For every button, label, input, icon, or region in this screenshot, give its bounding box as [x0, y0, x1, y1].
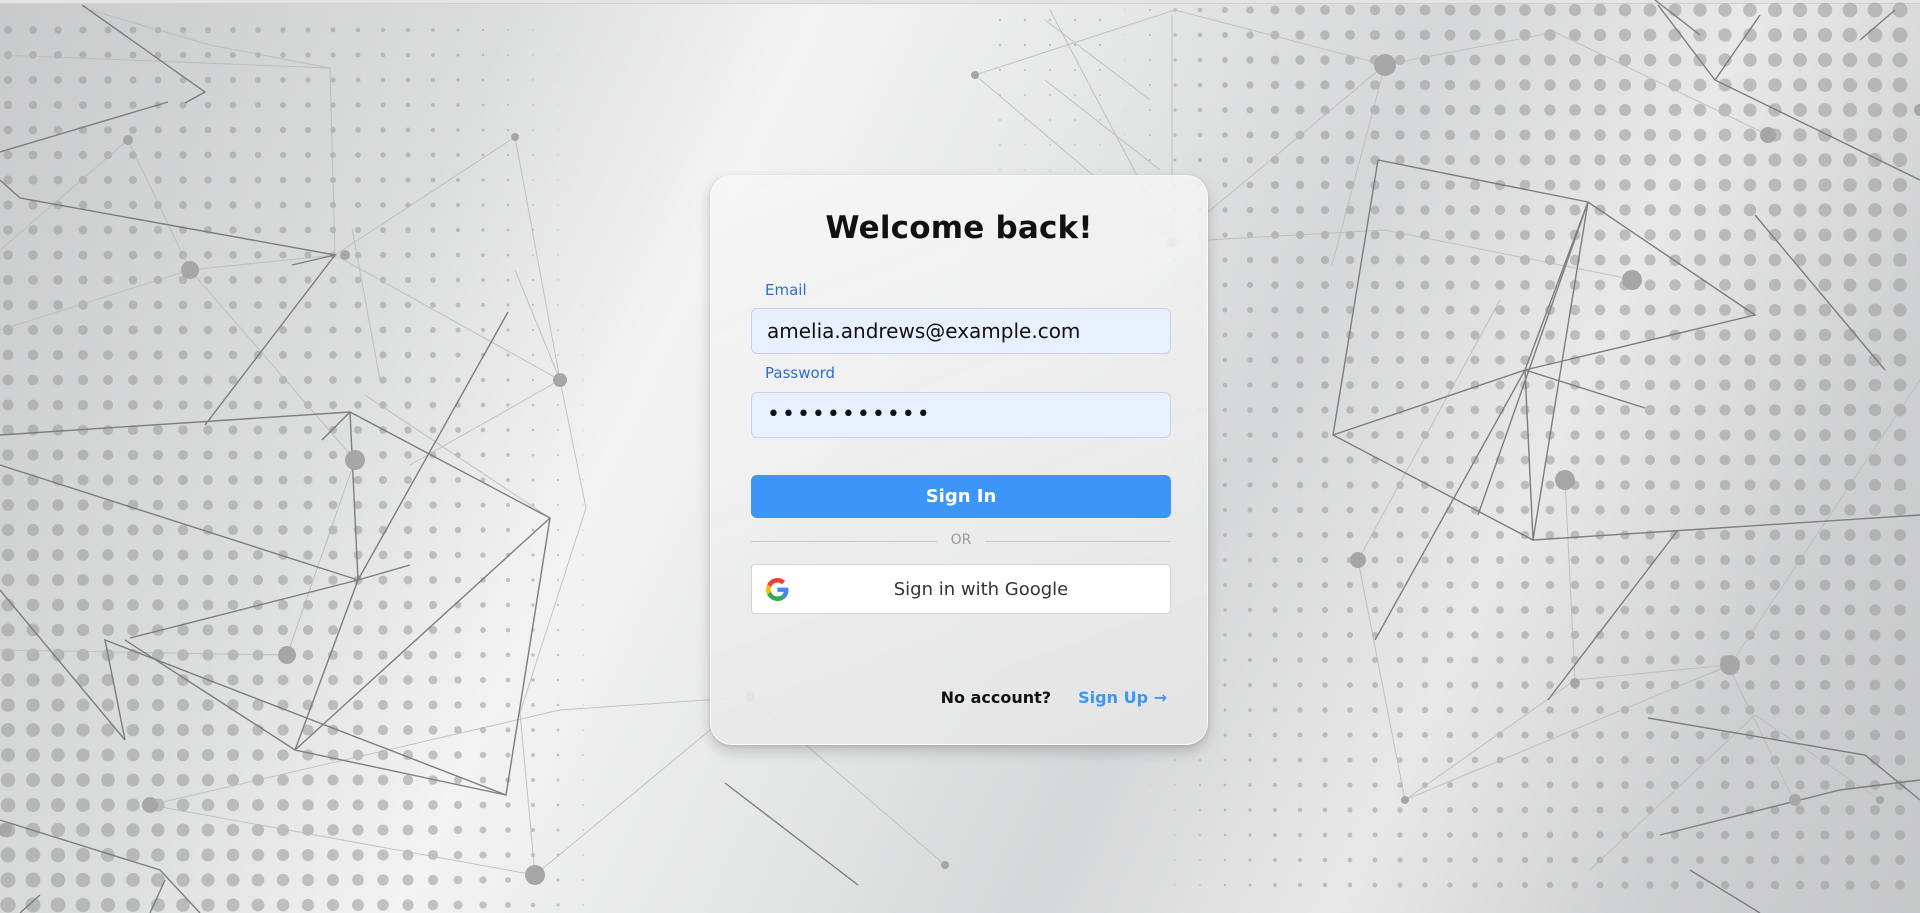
divider-text: OR [950, 532, 972, 548]
login-card: Welcome back! Email Password •••••••••••… [710, 175, 1208, 745]
no-account-text: No account? [940, 688, 1052, 707]
google-g-icon [766, 578, 789, 601]
sign-up-link[interactable]: Sign Up → [1078, 688, 1167, 707]
page-title: Welcome back! [825, 210, 1093, 246]
google-sign-in-button[interactable]: Sign in with Google [751, 564, 1171, 614]
email-field[interactable] [751, 308, 1171, 354]
password-field[interactable]: ••••••••••• [751, 392, 1171, 438]
or-divider: OR [751, 531, 1171, 551]
signup-row: No account? Sign Up → [941, 688, 1167, 707]
google-button-label: Sign in with Google [893, 579, 1069, 600]
sign-in-button[interactable]: Sign In [751, 475, 1171, 518]
password-label: Password [765, 364, 836, 382]
email-label: Email [765, 281, 807, 299]
divider-line-right [985, 541, 1171, 542]
